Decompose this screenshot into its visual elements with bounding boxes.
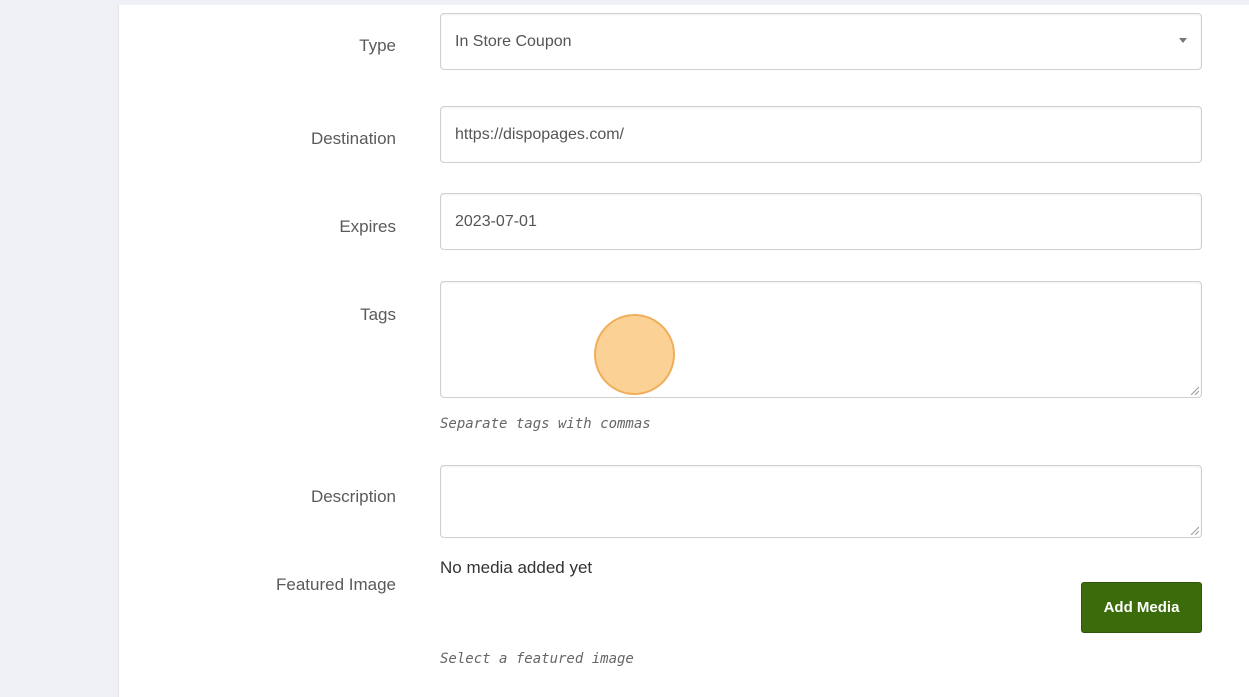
type-select-value: In Store Coupon	[455, 33, 572, 50]
tags-label: Tags	[360, 305, 396, 324]
description-textarea[interactable]	[440, 465, 1202, 538]
destination-input-value: https://dispopages.com/	[455, 126, 624, 143]
type-label: Type	[359, 36, 396, 55]
description-label: Description	[310, 487, 396, 506]
resize-grip-icon[interactable]	[1189, 525, 1199, 535]
expires-input[interactable]: 2023-07-01	[440, 193, 1202, 250]
featured-image-label: Featured Image	[275, 575, 396, 594]
type-select[interactable]: In Store Coupon	[440, 13, 1202, 70]
left-sidebar	[0, 0, 118, 697]
expires-label: Expires	[339, 217, 396, 236]
destination-label: Destination	[310, 129, 396, 148]
featured-image-help-text: Select a featured image	[440, 651, 634, 667]
expires-input-value: 2023-07-01	[455, 213, 537, 230]
chevron-down-icon	[1179, 38, 1187, 43]
tags-help-text: Separate tags with commas	[440, 416, 651, 432]
resize-grip-icon[interactable]	[1189, 385, 1199, 395]
featured-image-status: No media added yet	[440, 558, 593, 577]
destination-input[interactable]: https://dispopages.com/	[440, 106, 1202, 163]
add-media-button[interactable]: Add Media	[1081, 582, 1202, 633]
tags-textarea[interactable]	[440, 281, 1202, 398]
form-panel: Type In Store Coupon Destination https:/…	[118, 5, 1249, 697]
